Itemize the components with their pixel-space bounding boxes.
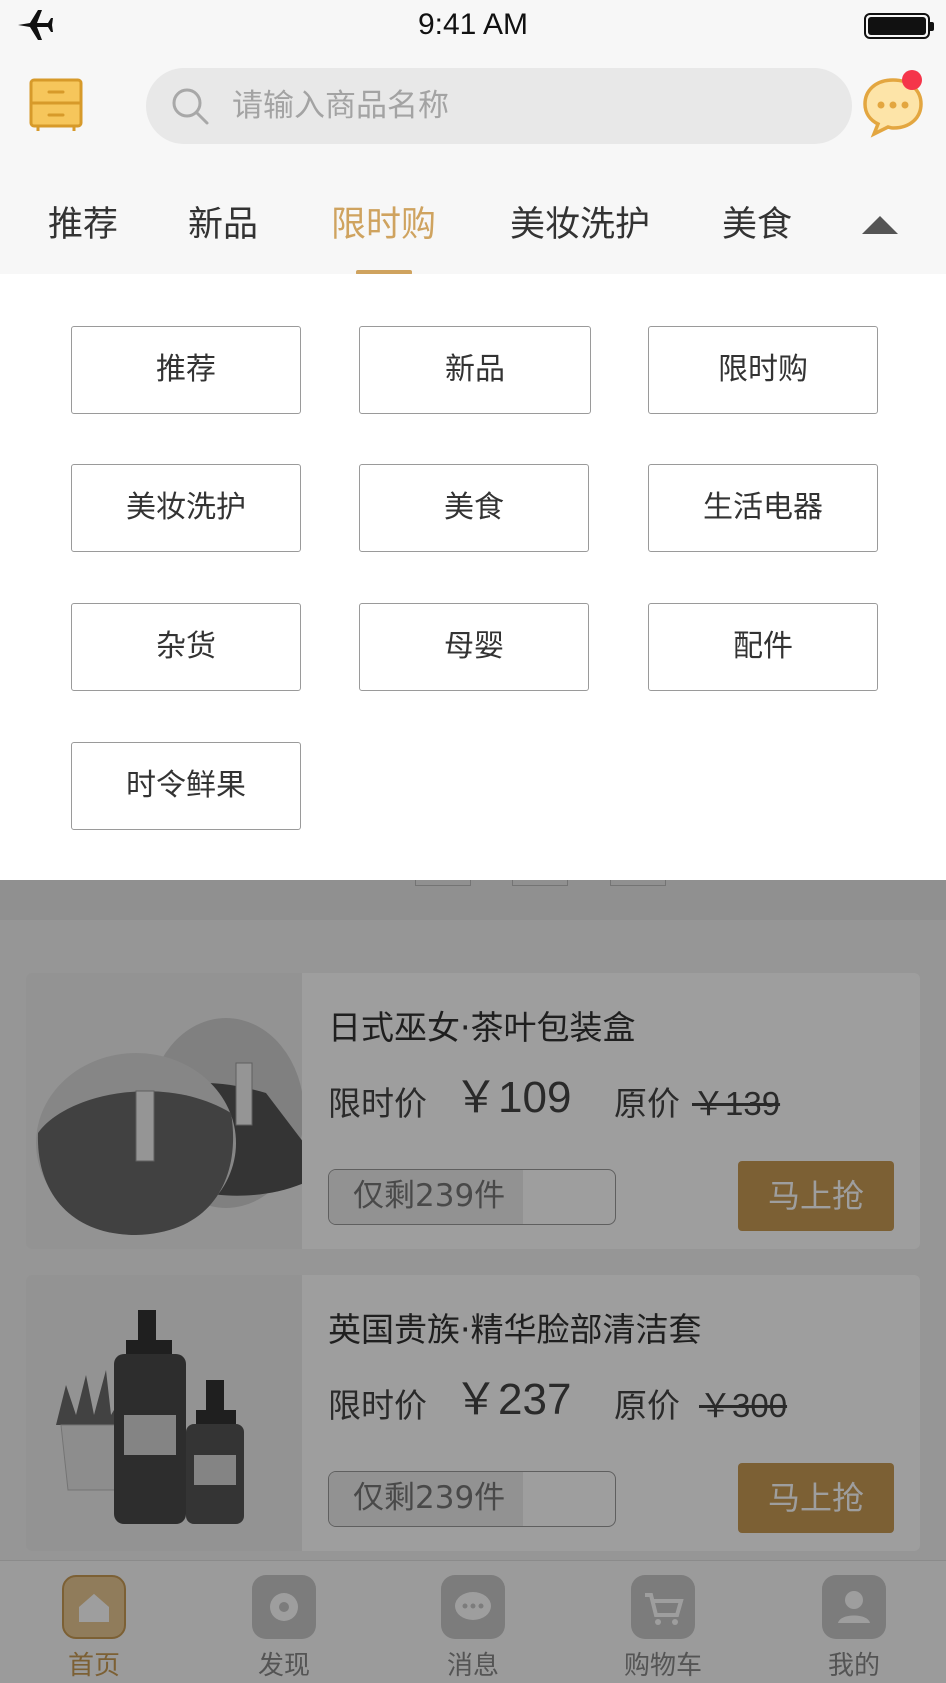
category-new[interactable]: 新品 [359,326,591,414]
notification-badge [902,70,922,90]
category-appliances[interactable]: 生活电器 [648,464,878,552]
category-flash-sale[interactable]: 限时购 [648,326,878,414]
tab-flash-sale[interactable]: 限时购 [331,196,436,247]
tab-beauty[interactable]: 美妆洗护 [510,196,650,247]
category-food[interactable]: 美食 [359,464,589,552]
battery-icon [864,13,934,39]
category-beauty[interactable]: 美妆洗护 [71,464,301,552]
header [0,50,946,160]
collapse-arrow-icon[interactable] [858,210,902,238]
tab-new[interactable]: 新品 [188,196,258,247]
search-input[interactable] [232,68,812,144]
category-accessories[interactable]: 配件 [648,603,878,691]
cabinet-icon[interactable] [28,78,84,132]
message-button[interactable] [860,68,926,138]
search-icon [172,88,209,125]
search-bar[interactable] [146,68,852,144]
category-recommend[interactable]: 推荐 [71,326,301,414]
category-baby[interactable]: 母婴 [359,603,589,691]
category-groceries[interactable]: 杂货 [71,603,301,691]
category-fruit[interactable]: 时令鲜果 [71,742,301,830]
category-tabs: 推荐 新品 限时购 美妆洗护 美食 [0,160,946,275]
status-time: 9:41 AM [417,8,529,41]
status-bar: 9:41 AM [0,0,946,50]
tab-recommend[interactable]: 推荐 [48,196,118,247]
category-dropdown: 推荐 新品 限时购 美妆洗护 美食 生活电器 杂货 母婴 配件 时令鲜果 [0,274,946,880]
tab-food[interactable]: 美食 [722,196,792,247]
dropdown-backdrop[interactable] [0,880,946,1683]
